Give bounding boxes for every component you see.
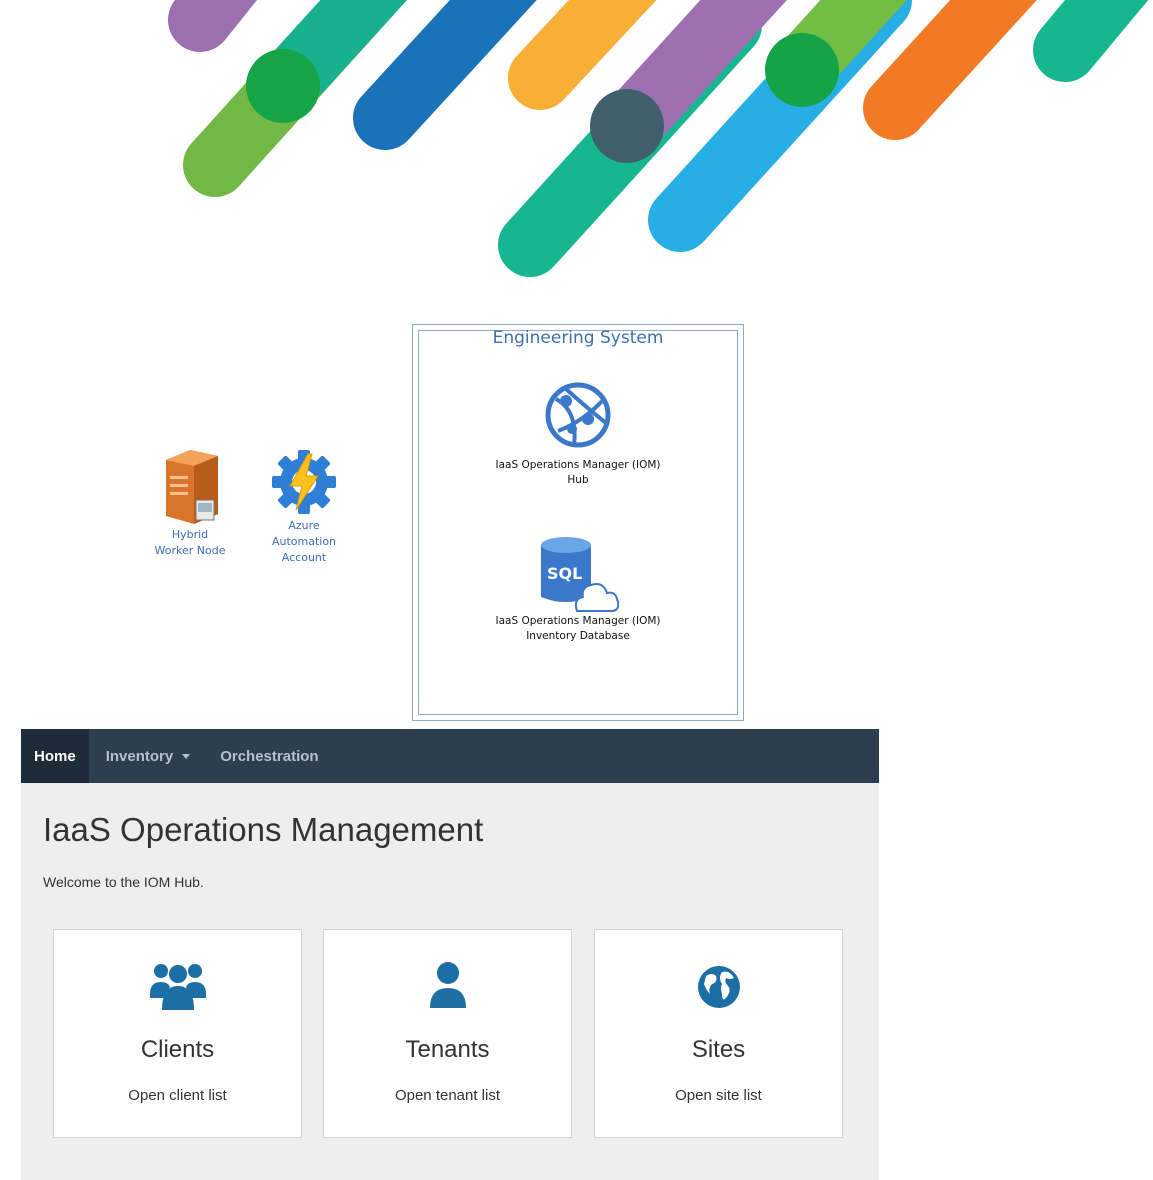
tenants-title: Tenants	[405, 1036, 490, 1063]
open-tenant-list-link[interactable]: Open tenant list	[324, 1087, 571, 1104]
architecture-diagram: Hybrid Worker Node Azure Automation Acco…	[0, 310, 1153, 730]
automation-gear-icon	[272, 450, 336, 514]
user-icon	[429, 962, 466, 1008]
sites-card[interactable]: Sites Open site list	[594, 929, 843, 1138]
hub-caption-line1: IaaS Operations Manager (IOM)	[495, 459, 661, 471]
nav-inventory-label: Inventory	[105, 747, 174, 765]
iom-hub-app: Home Inventory Orchestration IaaS Operat…	[21, 729, 879, 1180]
open-site-list-link[interactable]: Open site list	[595, 1087, 842, 1104]
nav-orchestration-label: Orchestration	[220, 747, 319, 765]
clients-title: Clients	[140, 1036, 215, 1063]
azure-automation-label-line2: Automation	[271, 535, 337, 548]
azure-automation-label-line1: Azure	[288, 519, 320, 532]
nav-home[interactable]: Home	[21, 729, 89, 783]
open-client-list-link[interactable]: Open client list	[54, 1087, 301, 1104]
welcome-text: Welcome to the IOM Hub.	[43, 874, 204, 890]
hub-caption-line2: Hub	[567, 474, 589, 486]
sites-title: Sites	[691, 1036, 746, 1063]
engineering-system-title: Engineering System	[492, 328, 664, 348]
nav-inventory-dropdown[interactable]: Inventory	[89, 729, 204, 783]
clients-card[interactable]: Clients Open client list	[53, 929, 302, 1138]
db-caption-line2: Inventory Database	[526, 630, 630, 642]
caret-down-icon	[182, 753, 191, 759]
nav-orchestration[interactable]: Orchestration	[203, 729, 331, 783]
db-caption-line1: IaaS Operations Manager (IOM)	[495, 615, 661, 627]
sql-label: SQL	[547, 564, 582, 583]
hub-web-app-icon	[545, 382, 611, 448]
azure-automation-label-line3: Account	[281, 551, 327, 564]
top-navbar: Home Inventory Orchestration	[21, 729, 879, 783]
hybrid-worker-label-line2: Worker Node	[154, 544, 226, 557]
decorative-banner	[168, 0, 1149, 277]
hybrid-worker-label-line1: Hybrid	[171, 528, 209, 541]
page-title: IaaS Operations Management	[43, 811, 484, 848]
sql-database-icon: SQL	[541, 537, 619, 612]
engineering-system-box: Engineering System IaaS Operations Manag…	[412, 324, 744, 721]
users-icon	[149, 964, 206, 1010]
tenants-card[interactable]: Tenants Open tenant list	[323, 929, 572, 1138]
nav-home-label: Home	[34, 747, 76, 765]
server-icon	[166, 450, 218, 524]
globe-icon	[697, 966, 740, 1008]
